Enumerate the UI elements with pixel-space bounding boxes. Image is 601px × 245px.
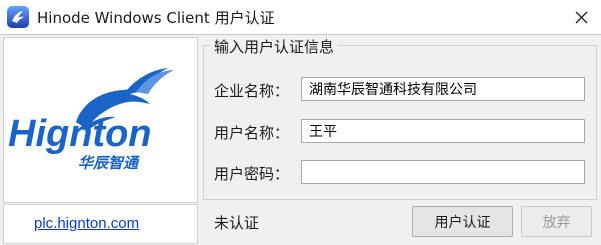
app-logo-icon [7, 6, 29, 28]
username-label: 用户名称： [214, 124, 290, 142]
website-link[interactable]: plc.hignton.com [34, 215, 139, 232]
logo-wordmark: Hignton [8, 113, 152, 155]
password-label: 用户密码： [214, 165, 290, 183]
password-field[interactable] [301, 160, 585, 184]
company-name-label: 企业名称： [214, 82, 290, 100]
auth-status-text: 未认证 [214, 214, 260, 232]
company-name-field[interactable] [301, 77, 585, 101]
give-up-button[interactable]: 放弃 [521, 206, 592, 237]
link-panel: plc.hignton.com [3, 204, 198, 244]
username-field[interactable] [301, 119, 585, 143]
hignton-logo: Hignton 华辰智通 [8, 68, 174, 172]
authenticate-button[interactable]: 用户认证 [412, 206, 513, 237]
logo-panel: Hignton 华辰智通 [3, 37, 198, 203]
close-icon [575, 11, 588, 23]
title-bar: Hinode Windows Client 用户认证 [0, 0, 601, 35]
groupbox-title: 输入用户认证信息 [210, 36, 339, 57]
close-button[interactable] [562, 0, 601, 34]
logo-chinese-name: 华辰智通 [78, 154, 141, 172]
window-title: Hinode Windows Client 用户认证 [37, 9, 275, 27]
